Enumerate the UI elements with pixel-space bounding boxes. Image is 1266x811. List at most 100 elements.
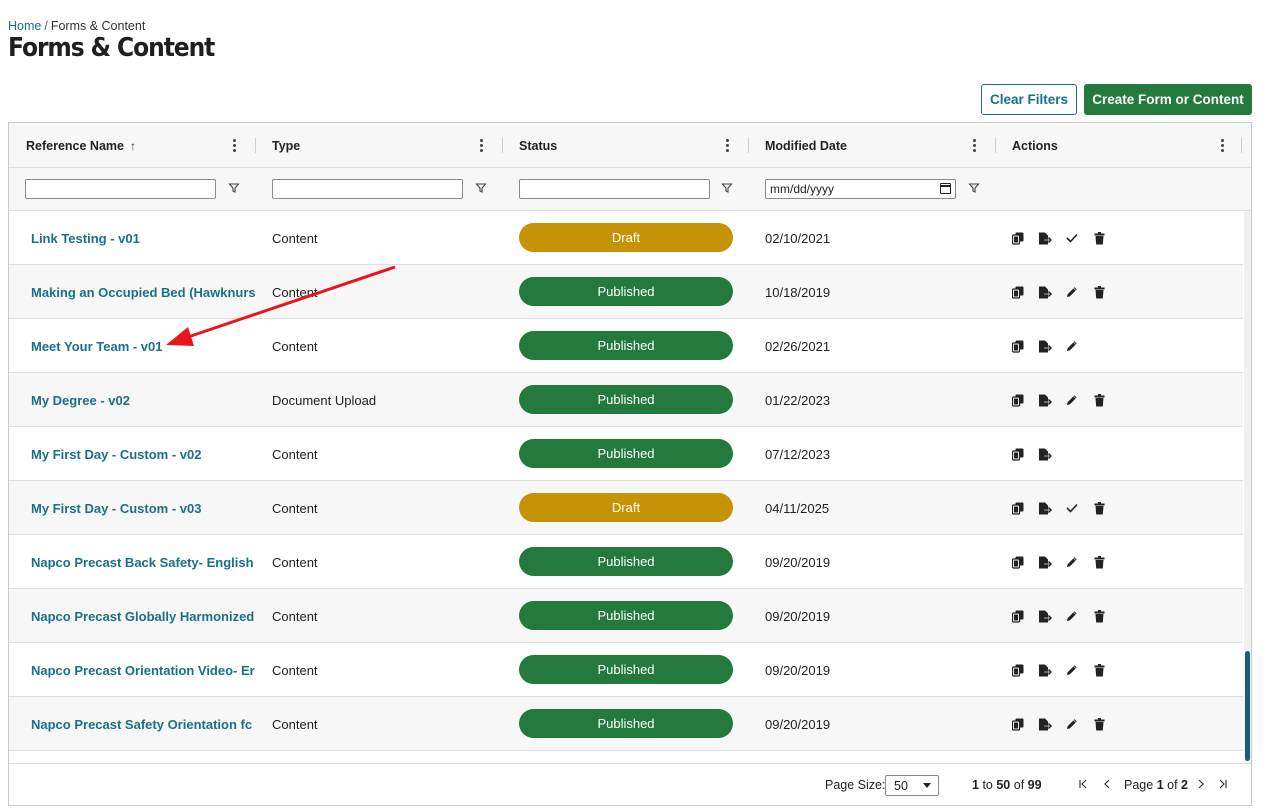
type-filter-input[interactable] — [272, 179, 463, 199]
column-menu-icon[interactable] — [969, 137, 979, 153]
pencil-icon[interactable] — [1065, 554, 1079, 570]
column-separator[interactable] — [502, 138, 503, 153]
export-icon[interactable] — [1038, 554, 1052, 570]
column-menu-icon[interactable] — [476, 137, 486, 153]
trash-icon[interactable] — [1092, 500, 1106, 516]
table-row[interactable]: Making an Occupied Bed (Hawknurs Content P… — [9, 265, 1243, 319]
column-menu-icon[interactable] — [722, 137, 732, 153]
trash-icon[interactable] — [1092, 392, 1106, 408]
export-icon[interactable] — [1038, 446, 1052, 462]
range-start: 1 — [972, 778, 979, 792]
copy-icon[interactable] — [1011, 392, 1025, 408]
create-form-or-content-button[interactable]: Create Form or Content — [1084, 84, 1252, 115]
export-icon[interactable] — [1038, 284, 1052, 300]
table-row[interactable]: My First Day - Custom - v02 Content Publis… — [9, 427, 1243, 481]
export-icon[interactable] — [1038, 230, 1052, 246]
export-icon[interactable] — [1038, 392, 1052, 408]
reference-name-link[interactable]: My Degree - v02 — [31, 373, 256, 427]
export-icon[interactable] — [1038, 338, 1052, 354]
export-icon[interactable] — [1038, 662, 1052, 678]
modified-date-filter-input[interactable]: mm/dd/yyyy — [765, 179, 956, 199]
reference-name-link[interactable]: Napco Precast Orientation Video- Er — [31, 643, 256, 697]
trash-icon[interactable] — [1092, 230, 1106, 246]
trash-icon[interactable] — [1092, 284, 1106, 300]
modified-date-cell: 04/11/2025 — [765, 500, 830, 516]
status-badge: Published — [519, 331, 733, 360]
status-filter-input[interactable] — [519, 179, 710, 199]
table-row[interactable]: Link Testing - v01 Content Draft 02/10/2021 — [9, 211, 1243, 265]
copy-icon[interactable] — [1011, 446, 1025, 462]
table-row[interactable]: My First Day - Custom - v03 Content Draft 0… — [9, 481, 1243, 535]
copy-icon[interactable] — [1011, 284, 1025, 300]
reference-name-link[interactable]: Napco Precast Globally Harmonized — [31, 589, 256, 643]
table-row[interactable]: Napco Precast Globally Harmonized Content… — [9, 589, 1243, 643]
status-badge: Published — [519, 709, 733, 738]
reference-name-link[interactable]: Napco Precast Back Safety- English - — [31, 535, 256, 589]
pencil-icon[interactable] — [1065, 392, 1079, 408]
pencil-icon[interactable] — [1065, 608, 1079, 624]
export-icon[interactable] — [1038, 500, 1052, 516]
column-separator[interactable] — [1241, 138, 1242, 153]
range-total: 99 — [1027, 778, 1042, 792]
date-placeholder: mm/dd/yyyy — [770, 182, 835, 196]
calendar-icon[interactable] — [940, 183, 951, 194]
copy-icon[interactable] — [1011, 500, 1025, 516]
table-row[interactable]: Napco Precast Safety Orientation fc Conte… — [9, 697, 1243, 751]
trash-icon[interactable] — [1092, 554, 1106, 570]
range-to: to — [982, 778, 993, 792]
column-header-reference-name[interactable]: Reference Name ↑ — [26, 123, 136, 168]
pencil-icon[interactable] — [1065, 338, 1079, 354]
filter-icon[interactable] — [721, 181, 733, 195]
reference-name-link[interactable]: My First Day - Custom - v02 — [31, 427, 256, 481]
copy-icon[interactable] — [1011, 716, 1025, 732]
pencil-icon[interactable] — [1065, 716, 1079, 732]
trash-icon[interactable] — [1092, 716, 1106, 732]
column-separator[interactable] — [255, 138, 256, 153]
column-header-actions[interactable]: Actions — [1012, 123, 1058, 168]
filter-icon[interactable] — [228, 181, 240, 195]
row-actions — [1011, 552, 1119, 572]
next-page-icon[interactable] — [1195, 777, 1207, 791]
last-page-icon[interactable] — [1217, 777, 1229, 791]
column-header-type[interactable]: Type — [272, 123, 300, 168]
vertical-scrollbar[interactable] — [1244, 211, 1251, 763]
column-separator[interactable] — [748, 138, 749, 153]
copy-icon[interactable] — [1011, 338, 1025, 354]
pencil-icon[interactable] — [1065, 284, 1079, 300]
export-icon[interactable] — [1038, 608, 1052, 624]
filter-icon[interactable] — [475, 181, 487, 195]
reference-name-link[interactable]: Napco Precast Safety Orientation fc — [31, 697, 256, 751]
column-menu-icon[interactable] — [1217, 137, 1227, 153]
check-icon[interactable] — [1065, 230, 1079, 246]
first-page-icon[interactable] — [1077, 777, 1089, 791]
previous-page-icon[interactable] — [1101, 777, 1113, 791]
copy-icon[interactable] — [1011, 554, 1025, 570]
column-menu-icon[interactable] — [229, 137, 239, 153]
table-row[interactable]: Napco Precast Back Safety- English - Cont… — [9, 535, 1243, 589]
copy-icon[interactable] — [1011, 230, 1025, 246]
trash-icon[interactable] — [1092, 608, 1106, 624]
table-row[interactable]: My Degree - v02 Document Upload Published 0… — [9, 373, 1243, 427]
table-row[interactable]: Napco Precast Orientation Video- Er Conte… — [9, 643, 1243, 697]
column-header-modified-date[interactable]: Modified Date — [765, 123, 847, 168]
column-separator[interactable] — [995, 138, 996, 153]
reference-name-link[interactable]: Link Testing - v01 — [31, 211, 256, 265]
reference-name-link[interactable]: Making an Occupied Bed (Hawknurs — [31, 265, 256, 319]
table-row[interactable]: Meet Your Team - v01 Content Published 02/2… — [9, 319, 1243, 373]
column-header-status[interactable]: Status — [519, 123, 557, 168]
page-size-select[interactable]: 50 — [885, 775, 939, 796]
scrollbar-thumb[interactable] — [1245, 651, 1250, 761]
sort-ascending-icon[interactable]: ↑ — [130, 139, 136, 153]
reference-name-filter-input[interactable] — [25, 179, 216, 199]
copy-icon[interactable] — [1011, 662, 1025, 678]
reference-name-link[interactable]: Meet Your Team - v01 — [31, 319, 256, 373]
filter-icon[interactable] — [968, 181, 980, 195]
pencil-icon[interactable] — [1065, 662, 1079, 678]
breadcrumb-home-link[interactable]: Home — [8, 19, 41, 33]
copy-icon[interactable] — [1011, 608, 1025, 624]
reference-name-link[interactable]: My First Day - Custom - v03 — [31, 481, 256, 535]
trash-icon[interactable] — [1092, 662, 1106, 678]
clear-filters-button[interactable]: Clear Filters — [981, 84, 1077, 115]
check-icon[interactable] — [1065, 500, 1079, 516]
export-icon[interactable] — [1038, 716, 1052, 732]
